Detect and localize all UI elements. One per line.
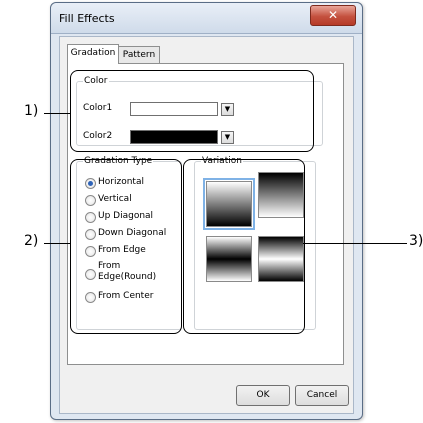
callout-box-3 (183, 159, 305, 334)
title-bar: Fill Effects ✕ (51, 3, 362, 34)
tab-gradation[interactable]: Gradation (67, 44, 119, 64)
cancel-button[interactable]: Cancel (295, 385, 349, 406)
callout-line-3 (303, 243, 407, 244)
close-button[interactable]: ✕ (310, 5, 356, 26)
callout-label-1: 1) (24, 103, 39, 119)
callout-label-3: 3) (409, 233, 423, 249)
callout-box-1 (70, 70, 314, 152)
callout-line-1 (44, 113, 70, 114)
close-icon: ✕ (327, 8, 339, 22)
dialog-title: Fill Effects (59, 12, 115, 25)
callout-label-2: 2) (24, 233, 39, 249)
ok-button[interactable]: OK (236, 385, 290, 406)
tab-pattern[interactable]: Pattern (118, 46, 160, 64)
callout-line-2 (44, 243, 70, 244)
callout-box-2 (70, 159, 182, 334)
